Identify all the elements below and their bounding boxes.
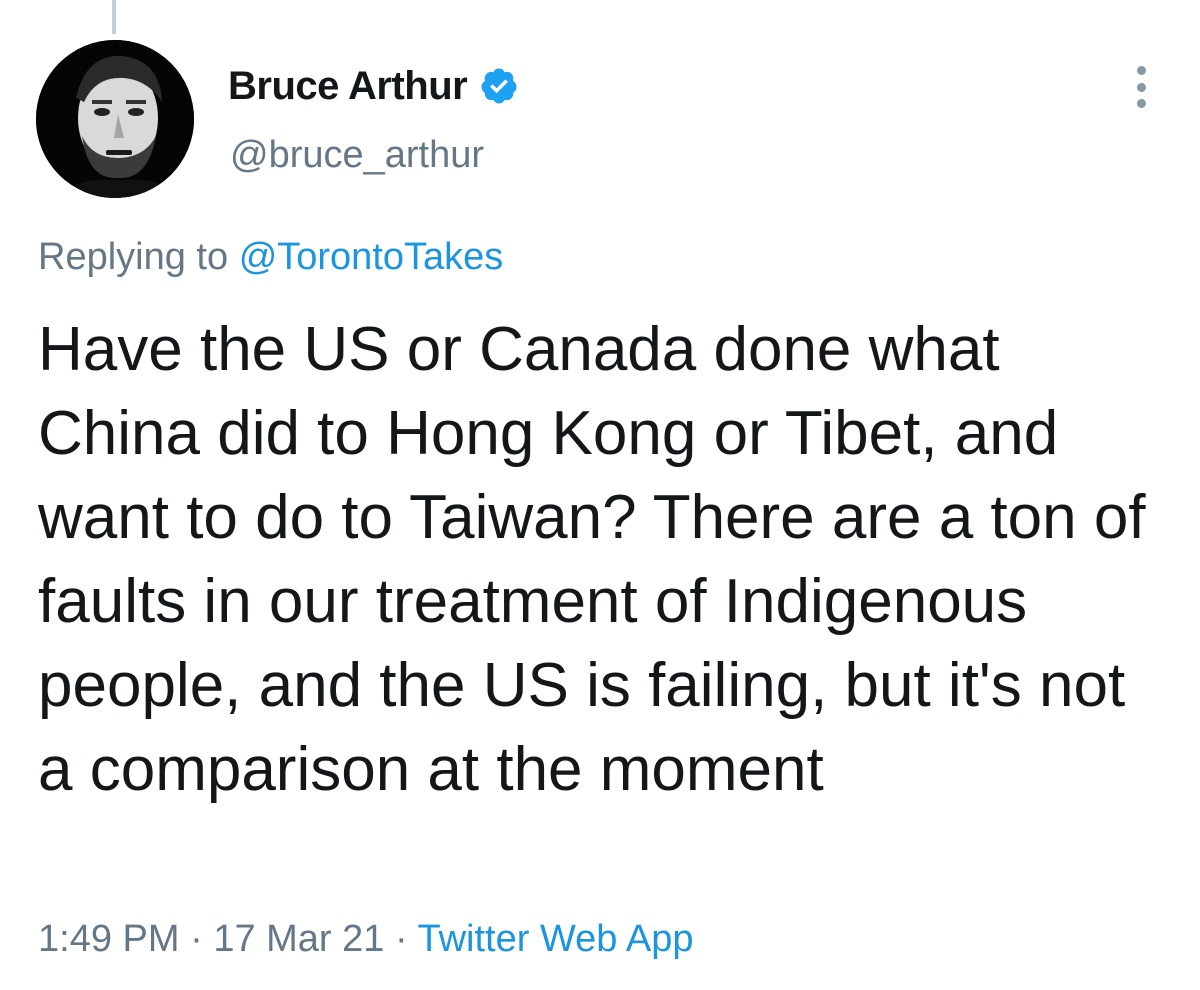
more-options-dot <box>1136 66 1146 75</box>
tweet-text: Have the US or Canada done what China di… <box>38 315 1146 804</box>
thread-connector-line <box>112 0 116 34</box>
tweet-time[interactable]: 1:49 PM <box>38 918 180 960</box>
author-name-row: Bruce Arthur <box>228 60 519 112</box>
meta-separator: · <box>394 918 408 960</box>
tweet-source-link[interactable]: Twitter Web App <box>418 918 694 960</box>
author-display-name[interactable]: Bruce Arthur <box>228 64 468 109</box>
replying-to-mention-link[interactable]: @TorontoTakes <box>239 236 504 278</box>
more-options-dot <box>1136 99 1146 108</box>
replying-to-label: Replying to <box>38 236 229 278</box>
tweet-metadata: 1:49 PM · 17 Mar 21 · Twitter Web App <box>38 918 693 961</box>
tweet-date[interactable]: 17 Mar 21 <box>213 918 384 960</box>
author-handle[interactable]: @bruce_arthur <box>230 134 484 177</box>
replying-to-line: Replying to @TorontoTakes <box>38 236 503 279</box>
more-options-dot <box>1136 82 1146 92</box>
verified-badge-icon <box>479 66 519 106</box>
profile-photo-icon <box>36 40 194 198</box>
meta-separator: · <box>190 918 203 960</box>
avatar[interactable] <box>36 40 194 198</box>
more-options-icon[interactable] <box>1124 64 1158 110</box>
